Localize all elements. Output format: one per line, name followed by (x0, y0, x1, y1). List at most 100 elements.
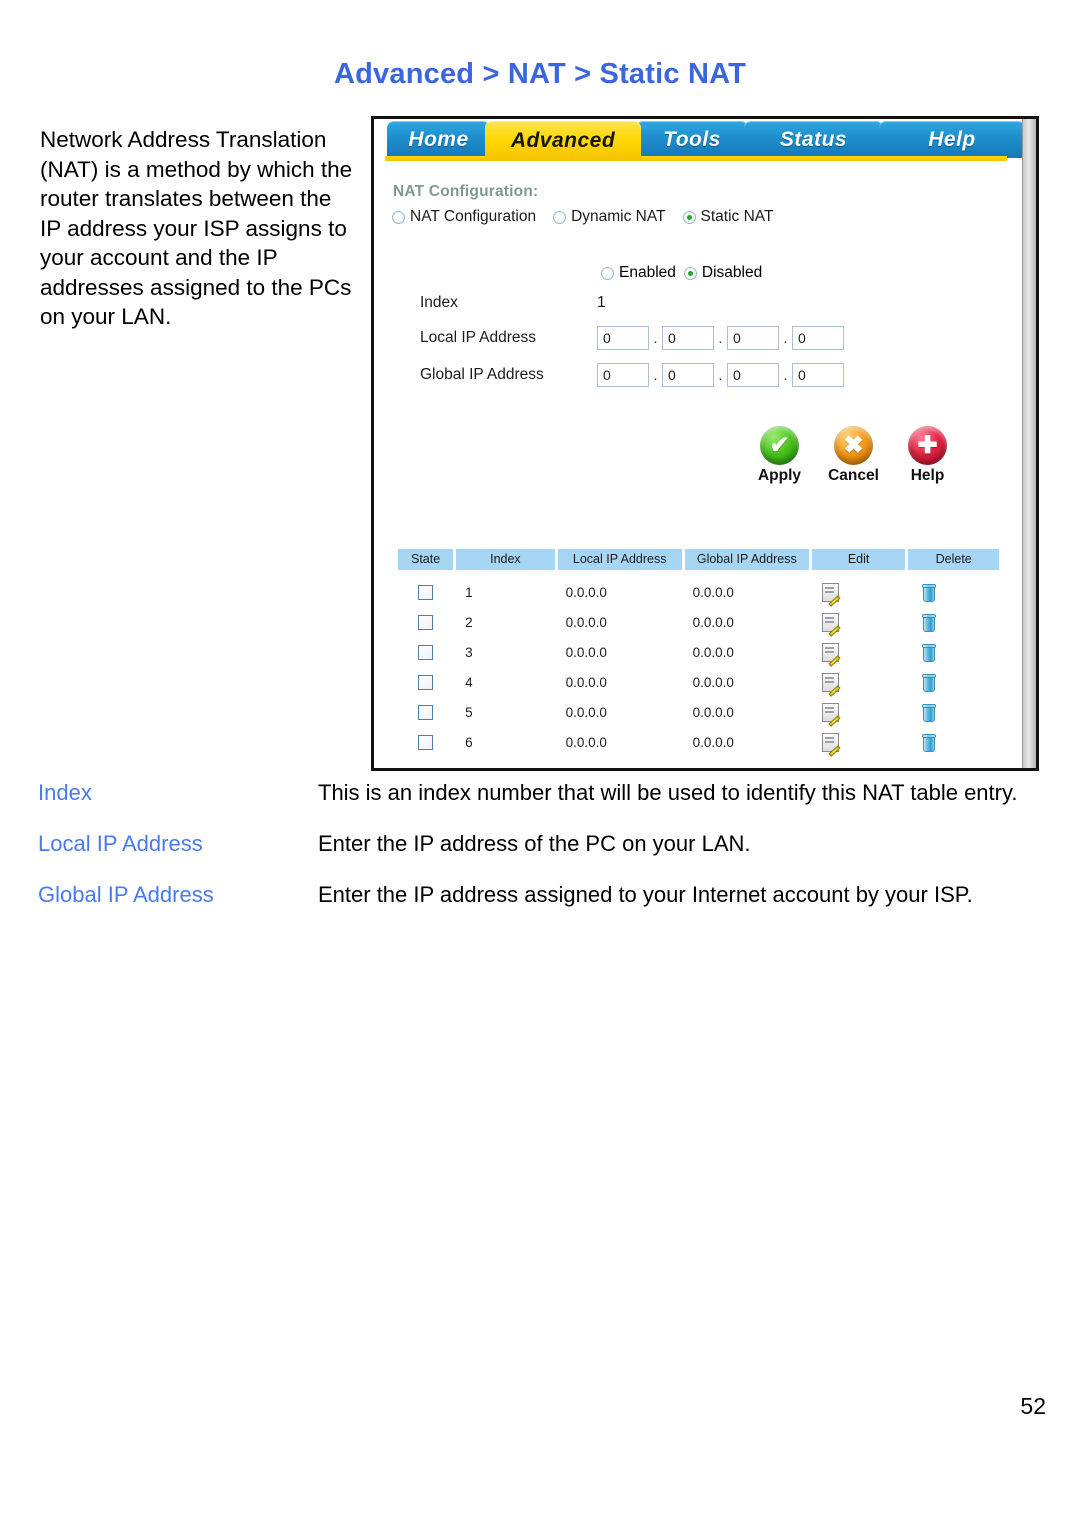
index-value: 1 (597, 294, 606, 311)
table-row: 3 0.0.0.0 0.0.0.0 (398, 637, 999, 667)
table-row: 4 0.0.0.0 0.0.0.0 (398, 667, 999, 697)
radio-static-nat[interactable]: Static NAT (682, 208, 773, 226)
state-checkbox[interactable] (418, 734, 434, 750)
trash-icon[interactable] (922, 673, 937, 692)
help-button[interactable]: ✚ Help (900, 426, 955, 485)
edit-icon[interactable] (821, 582, 839, 602)
radio-icon[interactable] (553, 210, 567, 224)
row-global-ip-cell: 0.0.0.0 (692, 734, 734, 750)
router-tab-bar: Home Tools Status Help Advanced (374, 119, 1025, 161)
table-row: 5 0.0.0.0 0.0.0.0 (398, 697, 999, 727)
state-checkbox[interactable] (418, 644, 434, 660)
check-icon[interactable]: ✔ (760, 426, 799, 465)
definition-description: Enter the IP address assigned to your In… (318, 882, 973, 907)
edit-icon[interactable] (821, 642, 839, 662)
nat-entry-table: State Index Local IP Address Global IP A… (398, 549, 999, 757)
local-ip-octet-3[interactable]: 0 (727, 326, 779, 350)
row-state-cell (398, 704, 453, 720)
global-ip-octet-4[interactable]: 0 (792, 363, 844, 387)
definition-term: Index (38, 780, 92, 805)
global-ip-octet-3[interactable]: 0 (727, 363, 779, 387)
tab-underline (385, 156, 1007, 161)
local-ip-octet-2[interactable]: 0 (662, 326, 714, 350)
definition-global-ip-address: Global IP Address Enter the IP address a… (38, 880, 1050, 909)
state-checkbox[interactable] (418, 614, 434, 630)
tab-advanced[interactable]: Advanced (485, 121, 641, 160)
row-index-cell: 4 (465, 674, 473, 690)
global-ip-octet-1[interactable]: 0 (597, 363, 649, 387)
local-ip-octets: 0 . 0 . 0 . 0 (597, 326, 844, 350)
state-checkbox[interactable] (418, 704, 434, 720)
radio-icon-selected[interactable] (682, 210, 696, 224)
row-index-cell: 3 (465, 644, 473, 660)
apply-button[interactable]: ✔ Apply (752, 426, 807, 485)
check-glyph: ✔ (769, 431, 790, 459)
field-local-ip: Local IP Address 0 . 0 . 0 . 0 (420, 326, 844, 350)
state-checkbox[interactable] (418, 674, 434, 690)
cancel-label: Cancel (828, 467, 879, 484)
tab-home[interactable]: Home (387, 121, 490, 158)
trash-icon[interactable] (922, 583, 937, 602)
edit-icon[interactable] (821, 732, 839, 752)
cancel-button[interactable]: ✖ Cancel (826, 426, 881, 485)
radio-icon[interactable] (392, 210, 405, 224)
trash-icon[interactable] (922, 613, 937, 632)
definition-term: Local IP Address (38, 831, 203, 856)
row-global-ip-cell: 0.0.0.0 (692, 674, 734, 690)
column-header-state: State (398, 549, 454, 570)
trash-icon[interactable] (922, 733, 937, 752)
radio-icon-selected[interactable] (683, 266, 697, 280)
octet-separator: . (718, 329, 723, 347)
state-radio-group: Enabled Disabled (601, 264, 770, 282)
row-local-ip-cell: 0.0.0.0 (565, 614, 607, 630)
row-edit-cell (812, 702, 906, 722)
apply-label: Apply (757, 467, 802, 484)
edit-icon[interactable] (821, 702, 839, 722)
radio-icon[interactable] (601, 266, 614, 280)
row-state-cell (398, 644, 453, 660)
global-ip-label: Global IP Address (420, 366, 544, 383)
radio-dynamic-nat[interactable]: Dynamic NAT (553, 208, 666, 226)
table-row: 2 0.0.0.0 0.0.0.0 (398, 607, 999, 637)
trash-icon[interactable] (922, 643, 937, 662)
definition-description: Enter the IP address of the PC on your L… (318, 831, 751, 856)
nat-mode-radio-group: NAT Configuration Dynamic NAT Static NAT (392, 208, 781, 226)
row-index-cell: 2 (465, 614, 473, 630)
row-edit-cell (812, 612, 906, 632)
radio-label: Dynamic NAT (571, 208, 666, 225)
state-checkbox[interactable] (418, 584, 434, 600)
row-edit-cell (812, 582, 906, 602)
radio-disabled[interactable]: Disabled (683, 264, 763, 282)
tab-help[interactable]: Help (879, 121, 1025, 158)
row-state-cell (398, 674, 453, 690)
plus-icon[interactable]: ✚ (908, 426, 947, 465)
x-icon[interactable]: ✖ (834, 426, 873, 465)
row-local-ip-cell: 0.0.0.0 (565, 734, 607, 750)
radio-label: NAT Configuration (410, 208, 537, 225)
row-edit-cell (812, 672, 906, 692)
row-delete-cell (908, 703, 999, 722)
radio-nat-configuration[interactable]: NAT Configuration (392, 208, 536, 226)
trash-icon[interactable] (922, 703, 937, 722)
local-ip-octet-4[interactable]: 0 (792, 326, 844, 350)
intro-paragraph: Network Address Translation (NAT) is a m… (40, 127, 353, 329)
edit-icon[interactable] (821, 672, 839, 692)
row-local-ip-cell: 0.0.0.0 (565, 674, 607, 690)
definition-term: Global IP Address (38, 882, 214, 907)
local-ip-octet-1[interactable]: 0 (597, 326, 649, 350)
tab-status[interactable]: Status (744, 121, 883, 158)
scrollbar[interactable] (1022, 119, 1036, 768)
radio-enabled[interactable]: Enabled (601, 264, 676, 282)
radio-label: Disabled (701, 264, 763, 281)
tab-tools[interactable]: Tools (636, 121, 748, 158)
row-edit-cell (812, 642, 906, 662)
row-state-cell (398, 614, 453, 630)
page-title: Advanced > NAT > Static NAT (333, 58, 747, 90)
edit-icon[interactable] (821, 612, 839, 632)
global-ip-octet-2[interactable]: 0 (662, 363, 714, 387)
radio-label: Enabled (619, 264, 676, 281)
global-ip-octets: 0 . 0 . 0 . 0 (597, 363, 844, 387)
table-header-row: State Index Local IP Address Global IP A… (398, 549, 999, 570)
row-delete-cell (908, 643, 999, 662)
table-row: 6 0.0.0.0 0.0.0.0 (398, 727, 999, 757)
